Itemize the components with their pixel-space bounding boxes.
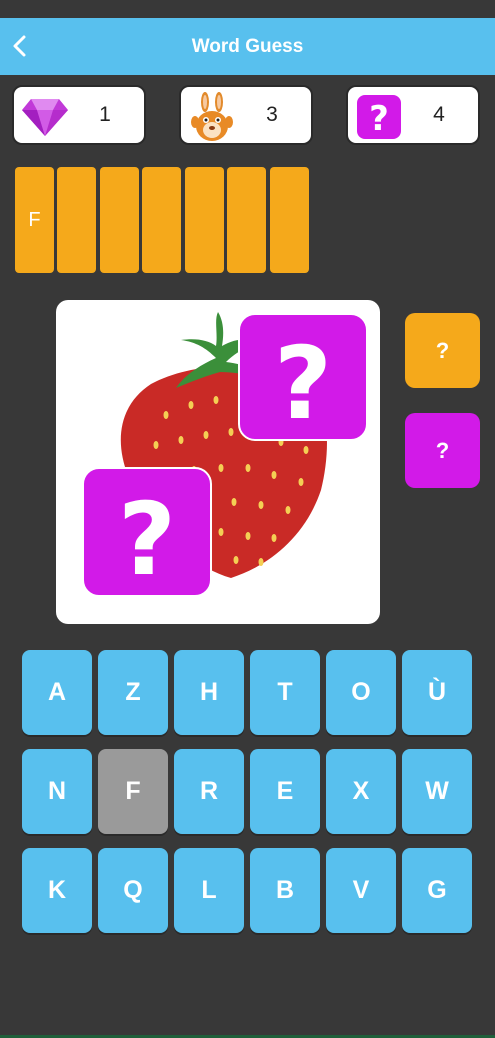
chevron-left-icon [13,35,26,57]
letter-key[interactable]: R [174,749,244,834]
letter-key[interactable]: Ù [402,650,472,735]
letter-key[interactable]: H [174,650,244,735]
gems-counter: 1 [12,85,146,145]
hidden-tile[interactable]: ? [238,313,368,442]
letter-key[interactable]: G [402,848,472,933]
question-icon: ? [354,92,404,142]
letter-key[interactable]: V [326,848,396,933]
letter-key[interactable]: E [250,749,320,834]
letter-key[interactable]: A [22,650,92,735]
hidden-tile-label: ? [274,325,332,442]
status-bar [0,0,495,18]
hints-counter: ? 4 [346,85,480,145]
puzzle-picture: ? ? [56,300,380,624]
answer-slot[interactable] [227,167,266,273]
letter-key[interactable]: Z [98,650,168,735]
svg-text:?: ? [369,99,389,139]
reveal-picture-button[interactable]: ? [405,413,480,488]
answer-slot[interactable] [142,167,181,273]
answer-slot[interactable]: F [15,167,54,273]
gems-count: 1 [99,103,111,126]
bunny-counter: 3 [179,85,313,145]
letter-key[interactable]: X [326,749,396,834]
answer-slot[interactable] [185,167,224,273]
page-title: Word Guess [191,35,304,57]
top-bar: Word Guess [0,18,495,75]
letter-key[interactable]: K [22,848,92,933]
letter-key[interactable]: N [22,749,92,834]
hidden-tile[interactable]: ? [82,467,212,598]
answer-slot[interactable] [270,167,309,273]
answer-slot[interactable] [57,167,96,273]
back-button[interactable] [6,32,34,60]
reveal-letter-button[interactable]: ? [405,313,480,388]
letter-key[interactable]: Q [98,848,168,933]
letter-key[interactable]: T [250,650,320,735]
letter-key[interactable]: L [174,848,244,933]
letter-key[interactable]: W [402,749,472,834]
hidden-tile-label: ? [118,481,176,598]
letter-key[interactable]: B [250,848,320,933]
bunny-icon [187,92,237,142]
answer-slot[interactable] [100,167,139,273]
gem-icon [20,92,70,142]
letter-key[interactable]: F [98,749,168,834]
letter-key[interactable]: O [326,650,396,735]
hints-count: 4 [433,103,445,126]
bunny-count: 3 [266,103,278,126]
